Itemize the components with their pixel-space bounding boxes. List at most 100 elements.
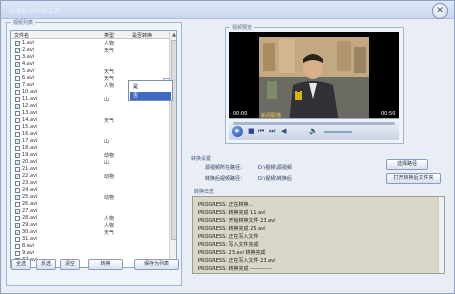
row-checkbox[interactable]: [15, 167, 20, 172]
row-filename: 19.avi: [22, 152, 38, 158]
row-type: 山: [104, 139, 110, 145]
row-filename: 25.avi: [22, 194, 38, 200]
volume-icon[interactable]: 🔈: [309, 127, 318, 135]
clear-button[interactable]: 清空: [60, 259, 80, 270]
list-item[interactable]: 13.avi: [11, 110, 169, 117]
video-list[interactable]: 文件名 类型 是否转换 ✓ 1.avi 人物 ✓ 2.avi 天气 3.avi ✓ 4.avi ✓…: [10, 30, 177, 268]
row-checkbox[interactable]: ✓: [15, 139, 20, 144]
list-item[interactable]: ✓ 30.avi 天气: [11, 229, 169, 236]
list-item[interactable]: 28.avi 人物: [11, 215, 169, 222]
row-checkbox[interactable]: ✓: [15, 230, 20, 235]
next-icon[interactable]: ⏭: [269, 127, 275, 136]
row-type: 天气: [104, 69, 115, 75]
row-checkbox[interactable]: ✓: [15, 41, 20, 46]
row-checkbox[interactable]: [15, 76, 20, 81]
row-checkbox[interactable]: [15, 251, 20, 256]
list-item[interactable]: ✓ 19.avi 动物: [11, 152, 169, 159]
list-item[interactable]: ✓ 20.avi 山: [11, 159, 169, 166]
seek-bar[interactable]: [233, 122, 395, 125]
stop-icon[interactable]: ■: [248, 127, 255, 135]
row-checkbox[interactable]: ✓: [15, 48, 20, 53]
log-scrollbar[interactable]: [438, 197, 444, 273]
list-item[interactable]: ✓ 12.avi: [11, 103, 169, 110]
row-checkbox[interactable]: [15, 237, 20, 242]
list-item[interactable]: 18.avi: [11, 145, 169, 152]
row-filename: 16.avi: [22, 131, 38, 137]
volume-slider[interactable]: [324, 131, 352, 133]
row-checkbox[interactable]: [15, 244, 20, 249]
invert-button[interactable]: 反选: [36, 259, 56, 270]
list-item[interactable]: 21.avi: [11, 166, 169, 173]
list-item[interactable]: 23.avi: [11, 180, 169, 187]
list-item[interactable]: 14.avi 天气: [11, 117, 169, 124]
row-type: 天气: [104, 48, 115, 54]
row-checkbox[interactable]: [15, 97, 20, 102]
row-checkbox[interactable]: [15, 146, 20, 151]
main-window: 视频格式转换工具 ✕ 视频列表 文件名 类型 是否转换 ✓ 1.avi 人物 ✓ 2.a…: [0, 0, 455, 294]
list-item[interactable]: ✓ 22.avi 动物: [11, 173, 169, 180]
log-panel[interactable]: PROGRESS: 正在转换... PROGRESS: 转换完成 11.avi PR…: [192, 196, 445, 274]
list-item[interactable]: 9.avi: [11, 250, 169, 257]
row-checkbox[interactable]: [15, 118, 20, 123]
row-type: 人物: [104, 223, 115, 229]
row-filename: 23.avi: [22, 180, 38, 186]
row-checkbox[interactable]: [15, 55, 20, 60]
convert-dropdown[interactable]: 是 否: [128, 80, 173, 101]
row-checkbox[interactable]: ✓: [15, 195, 20, 200]
list-item[interactable]: ✓ 2.avi 天气: [11, 47, 169, 54]
save-list-button[interactable]: 保存为列表: [134, 259, 179, 270]
row-checkbox[interactable]: [15, 188, 20, 193]
column-header-convert[interactable]: 是否转换: [132, 32, 152, 39]
row-checkbox[interactable]: [15, 202, 20, 207]
row-checkbox[interactable]: [15, 111, 20, 116]
convert-button[interactable]: 转换: [88, 259, 123, 270]
row-checkbox[interactable]: ✓: [15, 62, 20, 67]
title-bar[interactable]: 视频格式转换工具 ✕: [1, 1, 454, 19]
row-type: 天气: [104, 76, 115, 82]
settings-title: 转换设置: [191, 156, 212, 162]
list-item[interactable]: 15.avi: [11, 124, 169, 131]
list-item[interactable]: 31.avi: [11, 236, 169, 243]
list-item[interactable]: ✓ 27.avi: [11, 208, 169, 215]
row-type: 天气: [104, 118, 115, 124]
row-checkbox[interactable]: ✓: [15, 153, 20, 158]
row-checkbox[interactable]: [15, 90, 20, 95]
row-filename: 3.avi: [22, 54, 35, 60]
scroll-up-icon[interactable]: ▲: [171, 32, 176, 39]
dropdown-option-no[interactable]: 否: [130, 92, 171, 100]
list-item[interactable]: 16.avi: [11, 131, 169, 138]
rewind-icon[interactable]: ◀: [281, 127, 286, 135]
list-item[interactable]: ✓ 1.avi 人物: [11, 40, 169, 47]
row-checkbox[interactable]: ✓: [15, 223, 20, 228]
list-item[interactable]: ✓ 17.avi 山: [11, 138, 169, 145]
row-checkbox[interactable]: ✓: [15, 104, 20, 109]
open-output-folder-button[interactable]: 打开转换后文件夹: [386, 173, 441, 184]
previous-icon[interactable]: ⏮: [258, 127, 264, 136]
list-scrollbar[interactable]: ▲ ▼: [169, 31, 176, 267]
list-item[interactable]: 26.avi: [11, 201, 169, 208]
row-checkbox[interactable]: ✓: [15, 69, 20, 74]
column-header-type[interactable]: 类型: [104, 32, 114, 39]
close-icon[interactable]: ✕: [432, 3, 448, 19]
list-item[interactable]: ✓ 4.avi: [11, 61, 169, 68]
list-item[interactable]: 3.avi: [11, 54, 169, 61]
select-all-button[interactable]: 全选: [11, 259, 31, 270]
list-item[interactable]: 24.avi: [11, 187, 169, 194]
list-item[interactable]: ✓ 29.avi 人物: [11, 222, 169, 229]
column-header-filename[interactable]: 文件名: [14, 32, 29, 39]
list-scroll-thumb[interactable]: [171, 40, 176, 240]
row-checkbox[interactable]: ✓: [15, 160, 20, 165]
list-item[interactable]: ✓ 25.avi 动物: [11, 194, 169, 201]
play-icon[interactable]: ▶: [232, 126, 243, 137]
row-checkbox[interactable]: [15, 216, 20, 221]
dropdown-option-yes[interactable]: 是: [130, 83, 171, 91]
row-checkbox[interactable]: [15, 132, 20, 137]
row-checkbox[interactable]: [15, 181, 20, 186]
row-checkbox[interactable]: [15, 125, 20, 130]
list-item[interactable]: 8.avi: [11, 243, 169, 250]
row-checkbox[interactable]: ✓: [15, 174, 20, 179]
list-item[interactable]: ✓ 5.avi 天气: [11, 68, 169, 75]
row-checkbox[interactable]: ✓: [15, 209, 20, 214]
row-checkbox[interactable]: ✓: [15, 83, 20, 88]
browse-path-button[interactable]: 选择路径: [386, 159, 428, 170]
